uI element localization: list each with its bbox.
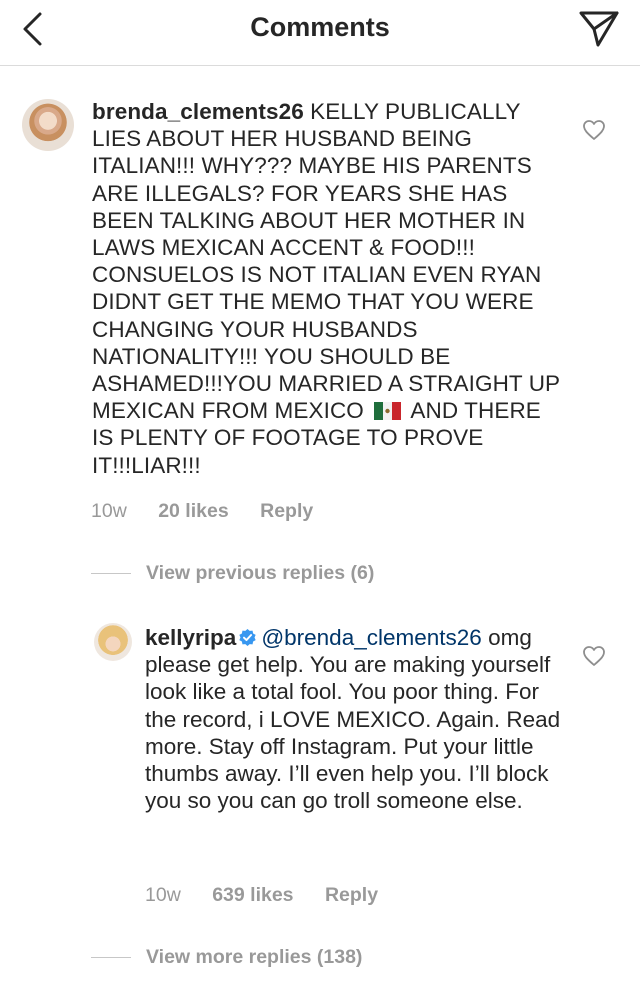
verified-badge-icon [239,628,256,647]
divider [91,957,131,958]
likes-count[interactable]: 20 likes [158,500,228,523]
paper-plane-icon[interactable] [578,9,620,49]
avatar[interactable] [94,623,132,661]
comment-body: KELLY PUBLICALLY LIES ABOUT HER HUSBAND … [92,99,560,424]
reply-button[interactable]: Reply [325,884,378,907]
heart-icon[interactable] [582,119,606,141]
likes-count[interactable]: 639 likes [212,884,293,907]
page-title: Comments [250,12,390,42]
mexico-flag-icon [374,402,402,421]
heart-icon[interactable] [582,645,606,667]
reply-button[interactable]: Reply [260,500,313,523]
comment-meta: 10w 20 likes Reply [91,500,313,523]
view-previous-replies-button[interactable]: View previous replies (6) [146,562,374,585]
comment-text: brenda_clements26 KELLY PUBLICALLY LIES … [92,98,562,479]
comment-time: 10w [91,500,127,522]
comments-header: Comments [0,0,640,66]
avatar[interactable] [22,99,74,151]
comment-body: omg please get help. You are making your… [145,625,561,814]
view-more-replies-button[interactable]: View more replies (138) [146,946,362,969]
mention-link[interactable]: @brenda_clements26 [261,625,481,650]
comment-time: 10w [145,884,181,906]
comment-meta: 10w 639 likes Reply [145,884,378,907]
comment-text: kellyripa @brenda_clements26 omg please … [145,624,565,814]
comment-username[interactable]: brenda_clements26 [92,99,304,124]
divider [91,573,131,574]
comment-username[interactable]: kellyripa [145,625,236,650]
